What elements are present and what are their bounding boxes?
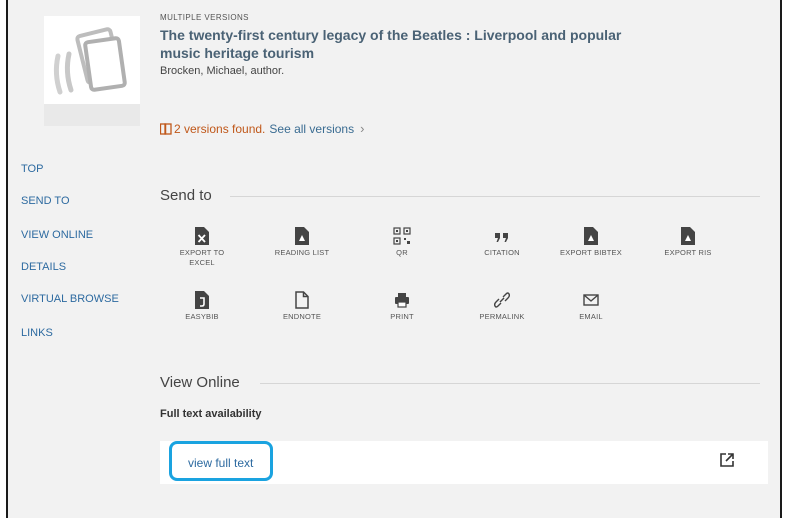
endnote-button[interactable]: ENDNOTE xyxy=(262,291,342,322)
print-label: PRINT xyxy=(390,312,414,321)
print-button[interactable]: PRINT xyxy=(362,291,442,322)
see-all-versions-link[interactable]: See all versions xyxy=(269,122,354,136)
nav-item-top[interactable]: TOP xyxy=(21,163,43,175)
nav-item-view-online[interactable]: VIEW ONLINE xyxy=(21,229,93,241)
email-button[interactable]: EMAIL xyxy=(551,291,631,322)
easybib-label: EASYBIB xyxy=(185,312,219,321)
multiple-versions-label: MULTIPLE VERSIONS xyxy=(160,13,249,22)
versions-link[interactable]: 2 versions found. See all versions › xyxy=(160,121,364,136)
qr-button[interactable]: QR xyxy=(362,227,442,258)
reading-list-icon xyxy=(295,227,309,245)
nav-item-links[interactable]: LINKS xyxy=(21,327,53,339)
nav-item-virtual-browse[interactable]: VIRTUAL BROWSE xyxy=(21,293,119,305)
view-online-divider xyxy=(260,383,760,384)
nav-item-send-to[interactable]: SEND TO xyxy=(21,195,70,207)
export-bibtex-button[interactable]: EXPORT BIBTEX xyxy=(551,227,631,258)
record-title[interactable]: The twenty-first century legacy of the B… xyxy=(160,26,660,62)
send-to-heading: Send to xyxy=(160,187,212,204)
qr-icon xyxy=(393,227,411,245)
nav-item-details[interactable]: DETAILS xyxy=(21,261,66,273)
easybib-button[interactable]: EASYBIB xyxy=(162,291,242,322)
endnote-icon xyxy=(295,291,309,309)
versions-icon xyxy=(160,122,172,135)
quote-icon xyxy=(495,233,508,242)
view-online-heading: View Online xyxy=(160,374,240,391)
email-label: EMAIL xyxy=(579,312,603,321)
excel-icon xyxy=(195,227,209,245)
versions-found-text: 2 versions found. xyxy=(174,121,266,136)
citation-button[interactable]: CITATION xyxy=(462,227,542,258)
export-excel-label-2: EXCEL xyxy=(189,258,215,267)
highlight-box xyxy=(169,441,273,481)
chevron-right-icon: › xyxy=(360,121,365,136)
record-panel: MULTIPLE VERSIONS The twenty-first centu… xyxy=(6,0,782,518)
multiple-versions-thumbnail-icon xyxy=(44,16,140,126)
full-text-availability-label: Full text availability xyxy=(160,408,262,420)
email-icon xyxy=(583,294,599,306)
external-link-icon[interactable] xyxy=(719,452,735,468)
link-icon xyxy=(494,292,510,308)
export-excel-button[interactable]: EXPORT TO EXCEL xyxy=(162,227,242,268)
export-excel-label-1: EXPORT TO xyxy=(179,248,225,257)
send-to-divider xyxy=(230,196,760,197)
export-ris-label: EXPORT RIS xyxy=(664,248,712,257)
bibtex-icon xyxy=(584,227,598,245)
endnote-label: ENDNOTE xyxy=(282,312,322,321)
reading-list-label: READING LIST xyxy=(274,248,330,257)
print-icon xyxy=(395,293,409,308)
record-author: Brocken, Michael, author. xyxy=(160,65,285,77)
ris-icon xyxy=(681,227,695,245)
export-bibtex-label: EXPORT BIBTEX xyxy=(560,248,622,257)
permalink-label: PERMALINK xyxy=(479,312,525,321)
permalink-button[interactable]: PERMALINK xyxy=(462,291,542,322)
reading-list-button[interactable]: READING LIST xyxy=(262,227,342,258)
qr-label: QR xyxy=(396,248,408,257)
export-ris-button[interactable]: EXPORT RIS xyxy=(648,227,728,258)
citation-label: CITATION xyxy=(484,248,520,257)
easybib-icon xyxy=(195,291,209,309)
